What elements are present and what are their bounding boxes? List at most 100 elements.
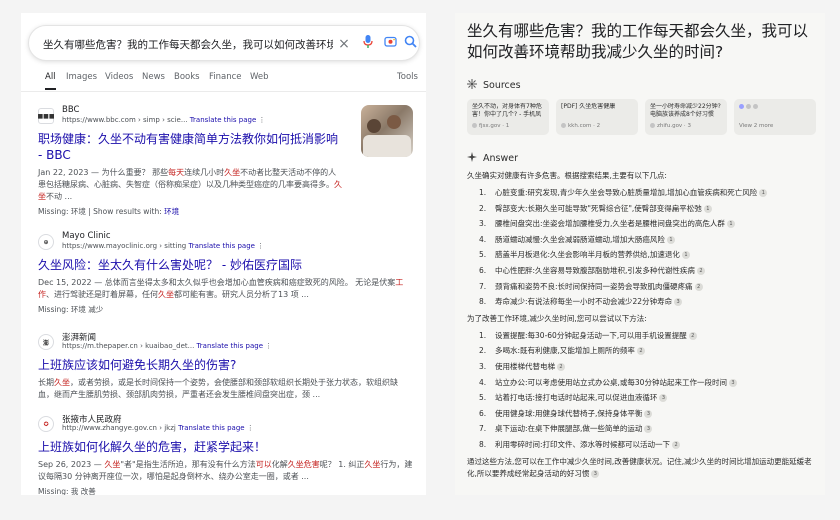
citation-marker[interactable]: 2 <box>672 440 681 449</box>
site-favicon-icon <box>650 123 655 128</box>
snippet-highlight: 每天 <box>168 168 185 177</box>
sources-heading: Sources <box>467 79 521 92</box>
tab-books[interactable]: Books <box>174 72 200 82</box>
citation-marker[interactable]: 2 <box>636 347 645 356</box>
list-item: 3. 使用楼梯代替电梯 2 <box>467 359 817 375</box>
list-item: 2. 多喝水:既有利健康,又能增加上厕所的频率 2 <box>467 343 817 359</box>
list-item-number: 4. <box>479 377 487 387</box>
list-item-number: 8. <box>479 297 487 307</box>
citation-marker[interactable]: 3 <box>644 425 653 434</box>
tab-all[interactable]: All <box>45 72 56 90</box>
snippet-highlight: 久坐危害 <box>287 460 320 469</box>
list-item: 1. 设置提醒:每30-60分钟起身活动一下,可以用手机设置提醒 2 <box>467 328 817 344</box>
snippet-text: ，或者劳损，或是长时间保持一个姿势，会使腰部和颈部软组织长期处于张力状态，软组织… <box>38 378 398 399</box>
snippet-text: 呢？ 1. 纠正 <box>319 460 365 469</box>
search-input[interactable]: 坐久有哪些危害？我的工作每天都会久坐，我可以如何改善环境帮助我 <box>43 37 333 52</box>
citation-marker[interactable]: 1 <box>666 235 675 244</box>
search-icon[interactable] <box>401 35 419 53</box>
translate-link[interactable]: Translate this page <box>190 116 257 124</box>
citation-marker[interactable]: 2 <box>696 266 705 275</box>
clear-icon[interactable]: × <box>335 35 353 53</box>
answer-question-title: 坐久有哪些危害？我的工作每天都会久坐，我可以如何改善环境帮助我减少久坐的时间? <box>467 22 809 61</box>
citation-marker[interactable]: 1 <box>759 189 768 197</box>
result-title[interactable]: 上班族如何化解久坐的危害，赶紧学起来！ <box>38 439 413 455</box>
missing-terms: Missing: 环境 减少 <box>38 305 104 314</box>
result-url[interactable]: https://m.thepaper.cn › kuaibao_det... T… <box>62 342 272 350</box>
result-url[interactable]: https://www.mayoclinic.org › sitting Tra… <box>62 242 264 250</box>
source-card[interactable]: 坐久不动，对身体有7种危害！你中了几个? - 手机凤凰网 fjsx.gov · … <box>467 99 549 135</box>
answer-intro: 久坐确实对健康有许多危害。根据搜索结果,主要有以下几点: <box>467 171 667 180</box>
zhangye-gov-favicon: ✪ <box>38 416 54 432</box>
list-item: 7. 桌下运动:在桌下伸展腿部,做一些简单的运动 3 <box>467 421 817 437</box>
list-item-number: 8. <box>479 439 487 449</box>
list-item: 7. 颈背痛和姿势不良:长时间保持同一姿势会导致肌肉僵硬疼痛 2 <box>467 279 817 295</box>
result-title[interactable]: 久坐风险：坐太久有什么害处呢？ - 妙佑医疗国际 <box>38 257 413 273</box>
source-card-title: 坐一小时寿命减少22分钟? 电脑族该养成8个好习惯 <box>650 103 721 118</box>
google-results-panel: 坐久有哪些危害？我的工作每天都会久坐，我可以如何改善环境帮助我 × All Im… <box>21 13 426 495</box>
microphone-icon[interactable] <box>359 35 377 53</box>
citation-marker[interactable]: 2 <box>688 331 697 340</box>
tab-images[interactable]: Images <box>66 72 97 82</box>
list-item-number: 2. <box>479 346 487 356</box>
tab-web[interactable]: Web <box>250 72 269 82</box>
snippet-text: "者"是指生活所迫，那有没有什么方法 <box>120 460 256 469</box>
result-source-name: Mayo Clinic <box>62 231 111 241</box>
citation-marker[interactable]: 3 <box>591 469 600 478</box>
search-result: ✪ 张掖市人民政府 http://www.zhangye.gov.cn › jk… <box>38 413 413 495</box>
list-item: 6. 中心性肥胖:久坐容易导致腹部脂肪堆积,引发多种代谢性疾病 2 <box>467 263 817 279</box>
tools-button[interactable]: Tools <box>397 72 418 82</box>
citation-marker[interactable]: 2 <box>557 362 565 371</box>
list-item-number: 3. <box>479 219 487 229</box>
result-snippet: Sep 26, 2023 — 久坐"者"是指生活所迫，那有没有什么方法可以化解久… <box>38 459 413 483</box>
result-url-text: https://m.thepaper.cn › kuaibao_det... <box>62 342 195 350</box>
list-item: 2. 臀部变大:长期久坐可能导致"死臀综合征",使臀部变得扁平松弛 1 <box>467 201 817 217</box>
result-url-text: https://www.mayoclinic.org › sitting <box>62 242 187 250</box>
source-card-number: 1 <box>505 123 510 129</box>
list-item-number: 6. <box>479 408 487 418</box>
citation-marker[interactable]: 3 <box>728 378 737 387</box>
result-title[interactable]: 上班族应该如何避免长期久坐的伤害? <box>38 357 413 373</box>
translate-link[interactable]: Translate this page <box>197 342 264 350</box>
citation-marker[interactable]: 2 <box>694 282 703 291</box>
translate-link[interactable]: Translate this page <box>178 424 245 432</box>
citation-marker[interactable]: 3 <box>674 298 683 307</box>
search-bar[interactable]: 坐久有哪些危害？我的工作每天都会久坐，我可以如何改善环境帮助我 × <box>28 25 420 61</box>
bbc-favicon: ■■■ <box>38 108 55 124</box>
snippet-highlight: 久坐 <box>224 168 241 177</box>
list-item-text: 使用楼梯代替电梯 <box>495 361 555 371</box>
snippet-highlight: 久坐 <box>158 290 174 299</box>
harms-list: 1. 心脏变重:研究发现,青少年久坐会导致心脏质量增加,增加心血管疾病和死亡风险 1… <box>467 185 817 310</box>
list-item: 4. 站立办公:可以考虑使用站立式办公桌,或每30分钟站起来工作一段时间 3 <box>467 375 817 391</box>
snippet-text: 都可能有害。研究人员分析了13 项 ... <box>174 290 309 299</box>
list-item-text: 站着打电话:接打电话时站起来,可以促进血液循环 <box>495 393 658 403</box>
list-item-text: 中心性肥胖:久坐容易导致腹部脂肪堆积,引发多种代谢性疾病 <box>495 265 695 275</box>
source-card[interactable]: [PDF] 久坐危害健康 kkh.com · 2 <box>556 99 638 135</box>
snippet-text: Sep 26, 2023 — <box>38 460 105 469</box>
tab-news[interactable]: News <box>142 72 165 82</box>
result-url[interactable]: http://www.zhangye.gov.cn › jkzj Transla… <box>62 424 254 432</box>
citation-marker[interactable]: 3 <box>659 394 668 403</box>
camera-search-icon[interactable] <box>381 35 399 53</box>
list-item: 8. 利用零碎时间:打印文件、添水等时候都可以活动一下 2 <box>467 437 817 453</box>
source-card[interactable]: 坐一小时寿命减少22分钟? 电脑族该养成8个好习惯 zhifu.gov · 3 <box>645 99 727 135</box>
tabs-divider <box>21 91 426 92</box>
result-thumbnail[interactable] <box>361 105 413 157</box>
snippet-highlight: 久坐 <box>364 460 381 469</box>
view-more-sources-button[interactable]: View 2 more <box>734 99 816 135</box>
citation-marker[interactable]: 1 <box>681 251 690 260</box>
tab-videos[interactable]: Videos <box>105 72 133 82</box>
list-item: 8. 寿命减少:有说法称每坐一小时不动会减少22分钟寿命 3 <box>467 294 817 310</box>
result-url[interactable]: https://www.bbc.com › simp › scie... Tra… <box>62 116 266 124</box>
show-results-with-link[interactable]: 环境 <box>164 207 179 216</box>
citation-marker[interactable]: 1 <box>726 220 735 229</box>
translate-link[interactable]: Translate this page <box>188 242 255 250</box>
result-snippet: Dec 15, 2022 — 总体而言坐得太多和太久似乎也会增加心血管疾病和癌症… <box>38 277 413 301</box>
citation-marker[interactable]: 3 <box>644 409 653 418</box>
snippet-highlight: 久坐 <box>104 460 121 469</box>
tab-finance[interactable]: Finance <box>209 72 242 82</box>
snippet-text: 化解 <box>271 460 288 469</box>
citation-marker[interactable]: 1 <box>703 204 712 213</box>
list-item-number: 2. <box>479 203 487 213</box>
result-title[interactable]: 职场健康：久坐不动有害健康简单方法教你如何抵消影响 - BBC <box>38 131 343 163</box>
list-item-text: 使用健身球:用健身球代替椅子,保持身体平衡 <box>495 408 643 418</box>
